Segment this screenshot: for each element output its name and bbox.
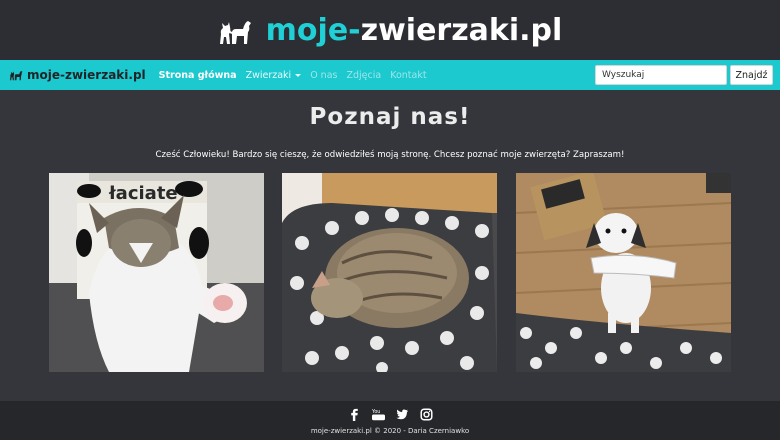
youtube-icon[interactable]: You (371, 408, 385, 421)
nav-link-home[interactable]: Strona główna (159, 70, 237, 81)
site-title: moje-zwierzaki.pl (266, 13, 563, 48)
cat-and-dog-icon (219, 21, 251, 44)
social-icons: You (0, 408, 780, 421)
facebook-icon[interactable] (348, 408, 361, 421)
site-title-rest: zwierzaki.pl (360, 12, 563, 48)
navbar-brand-link[interactable]: moje-zwierzaki.pl (9, 68, 146, 82)
site-title-accent: moje- (265, 12, 361, 48)
milk-box-label: łaciate (108, 183, 178, 204)
nav-link-photos[interactable]: Zdjęcia (346, 70, 381, 81)
nav-link-contact[interactable]: Kontakt (390, 70, 426, 81)
intro-text: Cześć Człowieku! Bardzo się cieszę, że o… (155, 150, 625, 160)
search-button[interactable]: Znajdź (730, 65, 773, 85)
navbar: moje-zwierzaki.pl Strona główna Zwierzak… (0, 60, 780, 90)
nav-dropdown-pets[interactable]: Zwierzaki (246, 70, 302, 81)
site-footer: You moje-zwierzaki.pl © 2020 - Daria Cze… (0, 401, 780, 440)
sleeping-cat-photo-image (282, 173, 497, 372)
navbar-brand-text: moje-zwierzaki.pl (27, 68, 146, 82)
chevron-down-icon (295, 73, 302, 77)
site-header: moje-zwierzaki.pl (0, 0, 780, 60)
page-heading: Poznaj nas! (309, 104, 471, 130)
search-input[interactable] (595, 65, 727, 85)
photo-cat-reaching[interactable]: łaciate (49, 173, 264, 372)
dog-photo-image (516, 173, 731, 372)
photo-cat-sleeping[interactable] (282, 173, 497, 372)
nav-link-about[interactable]: O nas (310, 70, 337, 81)
nav-dropdown-pets-label: Zwierzaki (245, 69, 292, 81)
twitter-icon[interactable] (395, 408, 409, 421)
cat-photo-image: łaciate (49, 173, 264, 372)
nav-links: Strona główna Zwierzaki O nas Zdjęcia Ko… (159, 70, 436, 81)
footer-copyright: moje-zwierzaki.pl © 2020 - Daria Czernia… (310, 427, 470, 435)
cat-and-dog-icon (10, 71, 23, 81)
svg-text:You: You (372, 409, 380, 415)
photo-dog-shoe[interactable] (516, 173, 731, 372)
instagram-icon[interactable] (419, 408, 433, 421)
